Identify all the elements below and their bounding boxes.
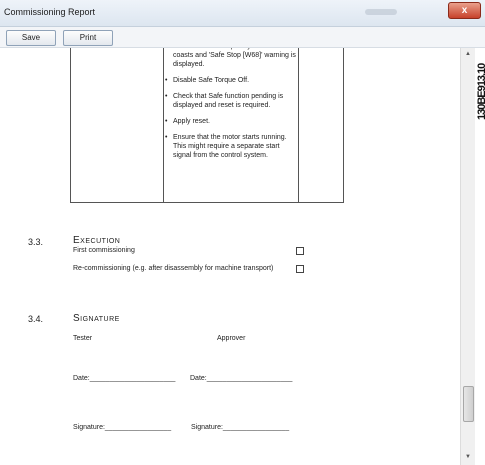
list-item: Disable Safe Torque Off. [165,76,297,85]
report-document: Check that the frequency converter coast… [0,48,460,465]
section-title: Execution [73,235,121,246]
toolbar: Save Print [0,27,485,48]
table-column-divider [298,48,299,202]
recommissioning-checkbox[interactable] [296,265,304,273]
scroll-down-icon[interactable]: ▼ [461,453,475,461]
tester-label: Tester [73,335,93,342]
vertical-scrollbar[interactable]: ▲ ▼ [460,48,475,465]
scrollbar-thumb[interactable] [463,386,474,422]
window-titlebar: Commissioning Report x [0,0,485,27]
procedure-steps: Check that the frequency converter coast… [165,48,297,167]
save-button[interactable]: Save [6,30,56,46]
execution-row-label: Re-commissioning (e.g. after disassembly… [73,265,274,272]
execution-row-label: First commissioning [73,247,135,254]
title-blur [365,9,397,15]
list-item: Apply reset. [165,117,297,126]
section-number: 3.3. [28,237,44,247]
approver-label: Approver [217,335,246,342]
list-item: Check that the frequency converter coast… [165,48,297,69]
procedure-table: Check that the frequency converter coast… [70,48,344,203]
tester-signature-field[interactable]: Signature:_________________ [73,424,171,431]
window-title: Commissioning Report [4,7,96,17]
print-button[interactable]: Print [63,30,113,46]
approver-date-field[interactable]: Date:______________________ [190,375,292,382]
approver-signature-field[interactable]: Signature:_________________ [191,424,289,431]
tester-date-field[interactable]: Date:______________________ [73,375,175,382]
document-code: 130BE913.10 [476,63,485,120]
list-item: Check that Safe function pending is disp… [165,92,297,110]
table-column-divider [163,48,164,202]
list-item: Ensure that the motor starts running. Th… [165,133,297,160]
scroll-up-icon[interactable]: ▲ [461,50,475,58]
section-title: Signature [73,313,120,324]
section-number: 3.4. [28,314,44,324]
first-commissioning-checkbox[interactable] [296,247,304,255]
